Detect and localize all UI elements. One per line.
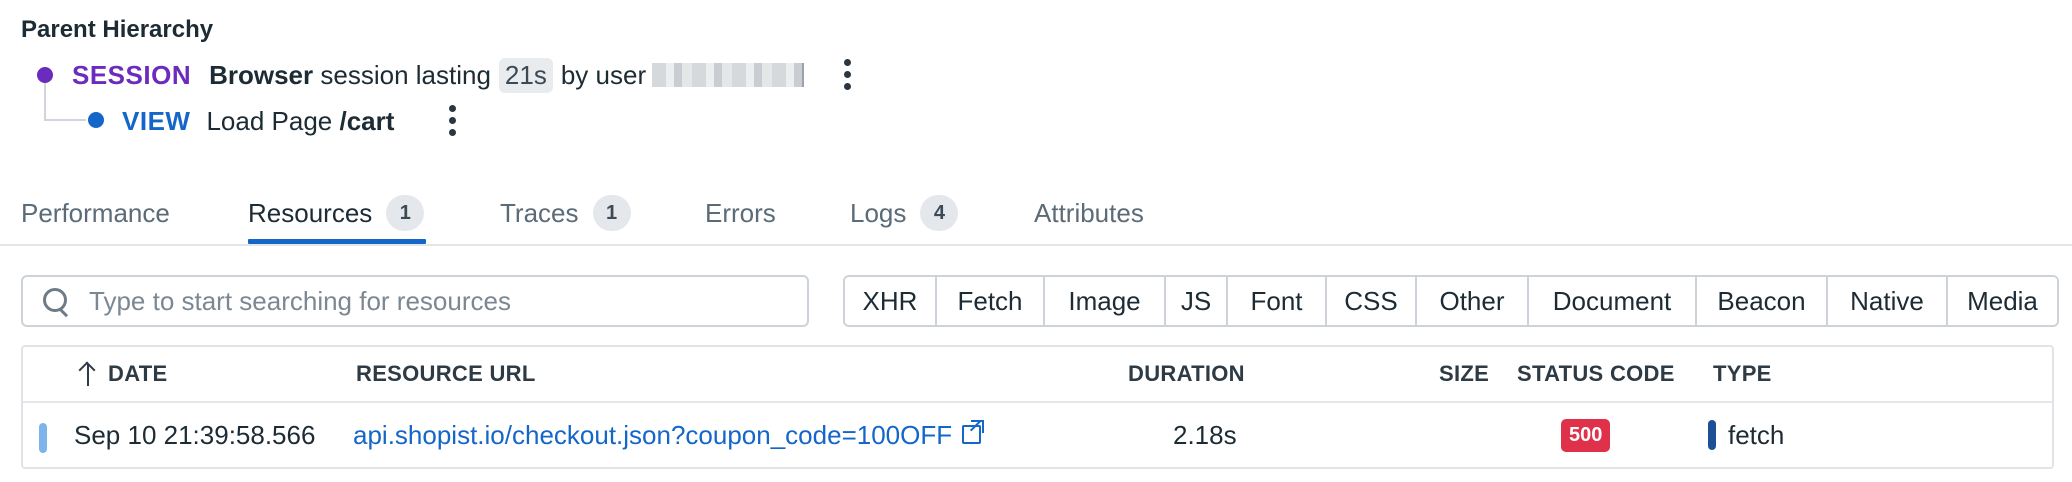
row-status-indicator: [39, 423, 47, 453]
resource-search[interactable]: [21, 275, 809, 327]
cell-resource-url: api.shopist.io/checkout.json?coupon_code…: [353, 403, 985, 467]
filter-native[interactable]: Native: [1828, 277, 1948, 325]
tab-logs[interactable]: Logs 4: [850, 184, 959, 242]
filter-css[interactable]: CSS: [1327, 277, 1417, 325]
type-label: fetch: [1728, 419, 1785, 450]
filter-other[interactable]: Other: [1417, 277, 1529, 325]
filter-document[interactable]: Document: [1529, 277, 1697, 325]
session-by-user: by user: [560, 59, 647, 90]
tab-errors[interactable]: Errors: [705, 184, 776, 242]
tab-label: Resources: [248, 197, 373, 228]
type-color-bar: [1708, 420, 1716, 450]
column-date[interactable]: DATE: [78, 347, 167, 401]
view-kind: VIEW: [122, 105, 191, 136]
tree-connector-horizontal: [44, 119, 86, 121]
search-input[interactable]: [87, 284, 791, 318]
filter-fetch[interactable]: Fetch: [937, 277, 1045, 325]
view-dot: [88, 112, 104, 128]
cell-duration: 2.18s: [1173, 419, 1237, 450]
column-type[interactable]: TYPE: [1713, 347, 1772, 401]
filter-media[interactable]: Media: [1948, 277, 2057, 325]
cell-status-code: 500: [1561, 403, 1611, 467]
session-strong: Browser: [209, 59, 314, 90]
status-badge: 500: [1561, 418, 1611, 452]
table-header: DATE RESOURCE URL DURATION SIZE STATUS C…: [23, 347, 2052, 403]
parent-hierarchy-title: Parent Hierarchy: [21, 16, 214, 43]
session-kebab-menu-icon[interactable]: [835, 54, 859, 94]
column-duration[interactable]: DURATION: [1128, 347, 1245, 401]
session-dot: [37, 67, 53, 83]
filter-beacon[interactable]: Beacon: [1697, 277, 1828, 325]
search-icon: [41, 286, 71, 316]
tab-count-badge: 1: [386, 195, 425, 231]
column-date-label: DATE: [108, 361, 168, 386]
filter-image[interactable]: Image: [1045, 277, 1166, 325]
table-row[interactable]: Sep 10 21:39:58.566 api.shopist.io/check…: [23, 403, 2052, 467]
tab-label: Attributes: [1034, 197, 1144, 228]
tab-label: Errors: [705, 197, 776, 228]
session-duration: 21s: [498, 57, 553, 93]
tab-attributes[interactable]: Attributes: [1034, 184, 1144, 242]
tab-count-badge: 4: [920, 195, 959, 231]
session-kind: SESSION: [72, 59, 192, 90]
column-status-code[interactable]: STATUS CODE: [1517, 347, 1675, 401]
view-path: /cart: [339, 105, 395, 136]
view-text: Load Page: [206, 105, 333, 136]
session-row[interactable]: SESSION Browser session lasting 21s by u…: [72, 54, 805, 96]
cell-type: fetch: [1708, 403, 1784, 467]
tab-traces[interactable]: Traces 1: [500, 184, 631, 242]
cell-date: Sep 10 21:39:58.566: [74, 419, 316, 450]
filter-font[interactable]: Font: [1228, 277, 1327, 325]
tab-label: Traces: [500, 197, 579, 228]
tab-label: Logs: [850, 197, 907, 228]
view-kebab-menu-icon[interactable]: [440, 100, 464, 140]
tree-connector-vertical: [44, 83, 46, 121]
tab-resources[interactable]: Resources 1: [248, 184, 427, 244]
resource-url-link[interactable]: api.shopist.io/checkout.json?coupon_code…: [353, 420, 952, 451]
resource-type-filters: XHR Fetch Image JS Font CSS Other Docume…: [843, 275, 2059, 327]
resources-table: DATE RESOURCE URL DURATION SIZE STATUS C…: [21, 345, 2054, 469]
tab-count-badge: 1: [592, 195, 631, 231]
filter-xhr[interactable]: XHR: [845, 277, 937, 325]
sort-ascending-icon: [78, 360, 98, 388]
redacted-username: [652, 63, 805, 87]
tab-bar: Performance Resources 1 Traces 1 Errors …: [0, 184, 2072, 246]
session-text: session lasting: [320, 59, 491, 90]
column-resource-url[interactable]: RESOURCE URL: [356, 347, 536, 401]
filter-js[interactable]: JS: [1166, 277, 1228, 325]
view-row[interactable]: VIEW Load Page /cart: [122, 100, 394, 142]
tab-label: Performance: [21, 197, 170, 228]
external-link-icon[interactable]: [962, 420, 985, 444]
tab-performance[interactable]: Performance: [21, 184, 170, 242]
column-size[interactable]: SIZE: [1439, 347, 1489, 401]
